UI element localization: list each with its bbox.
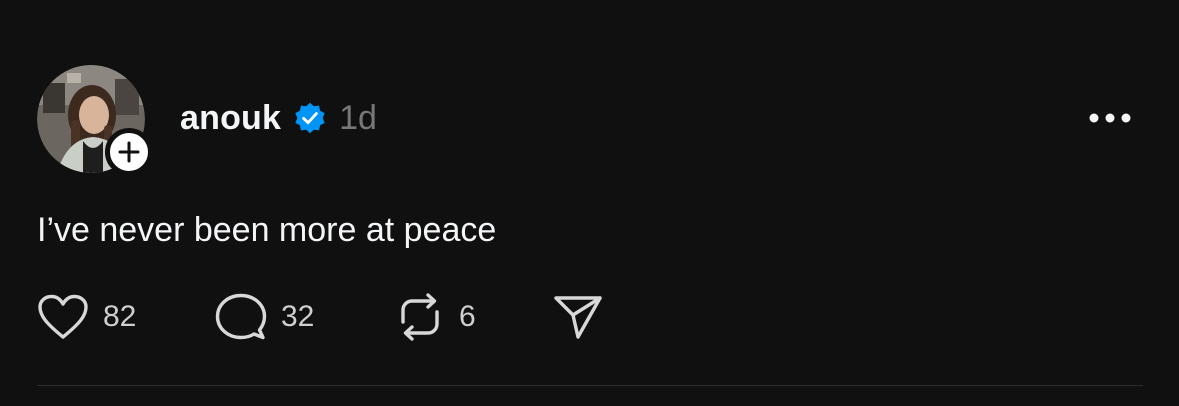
- follow-button[interactable]: [105, 128, 153, 176]
- plus-icon: [118, 141, 140, 163]
- reply-count: 32: [281, 300, 315, 333]
- post-timestamp: 1d: [339, 98, 377, 137]
- username[interactable]: anouk: [180, 99, 281, 138]
- verified-badge-icon: [295, 102, 325, 134]
- repost-count: 6: [459, 300, 476, 333]
- send-icon: [554, 296, 602, 339]
- post-caption: I’ve never been more at peace: [37, 211, 497, 249]
- share-button[interactable]: [553, 294, 603, 340]
- like-button[interactable]: 82: [37, 294, 215, 340]
- post-header: anouk 1d: [180, 96, 377, 140]
- avatar-container: [37, 65, 153, 176]
- like-count: 82: [103, 300, 137, 333]
- more-options-button[interactable]: [1086, 108, 1134, 128]
- more-horizontal-icon: [1089, 113, 1131, 123]
- comment-bubble-icon: [215, 293, 267, 340]
- post-actions: 82 32 6: [37, 292, 603, 342]
- reply-button[interactable]: 32: [215, 292, 395, 342]
- repost-icon: [401, 293, 439, 341]
- heart-icon: [38, 294, 88, 339]
- repost-button[interactable]: 6: [395, 292, 553, 342]
- thread-post: anouk 1d I’ve never been more at peace 8…: [0, 0, 1179, 406]
- post-divider: [37, 385, 1143, 386]
